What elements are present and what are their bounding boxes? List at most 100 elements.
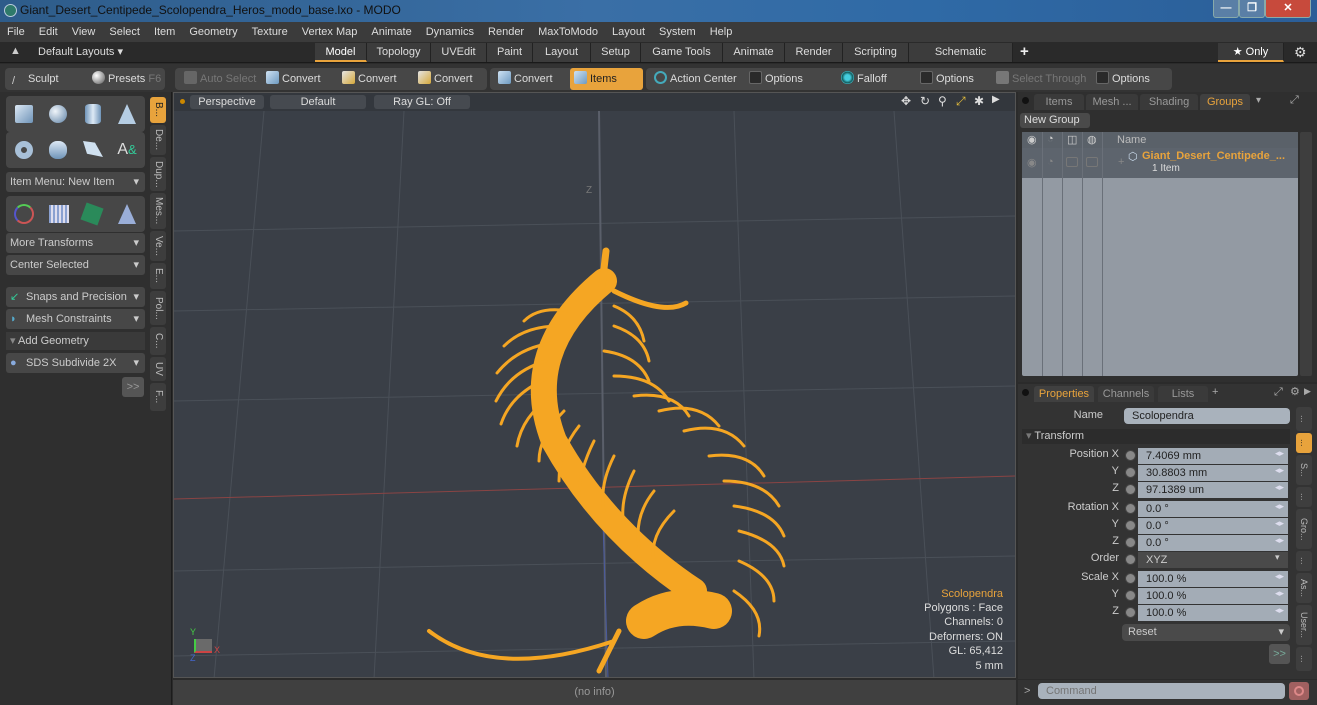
action-center-options-button[interactable]: Options (745, 68, 803, 90)
text-tool-icon[interactable]: A& (112, 136, 142, 164)
torus-icon[interactable] (10, 136, 40, 164)
menu-edit[interactable]: Edit (32, 22, 65, 42)
keyframe-toggle[interactable] (1125, 484, 1136, 495)
pan-icon[interactable]: ✥ (901, 94, 911, 108)
only-toggle[interactable]: ★ Only (1218, 43, 1284, 62)
select-through-options-button[interactable]: Options (1092, 68, 1150, 90)
lock-icon[interactable]: ◫ (1067, 133, 1077, 146)
property-value-field[interactable]: 0.0 ° (1138, 501, 1288, 517)
tab-animate[interactable]: Animate (723, 43, 785, 62)
menu-maxtomodo[interactable]: MaxToModo (531, 22, 605, 42)
falloff-options-button[interactable]: Options (916, 68, 974, 90)
vtab-mesh-edit[interactable]: Mes... (150, 193, 166, 229)
cube-icon[interactable] (10, 100, 40, 128)
tab-lists[interactable]: Lists (1158, 386, 1208, 402)
pen-tool-icon[interactable] (78, 136, 108, 164)
drag-arrows-icon[interactable]: ◂▸ (1275, 448, 1284, 459)
keyframe-toggle[interactable] (1125, 607, 1136, 618)
panel-more-icon[interactable]: ▶ (1304, 386, 1311, 397)
side-tab-9[interactable]: ... (1296, 647, 1312, 671)
shading-dropdown[interactable]: Default (270, 95, 366, 109)
center-selected-dropdown[interactable]: Center Selected (6, 255, 145, 275)
keyframe-toggle[interactable] (1125, 537, 1136, 548)
tab-menu-icon[interactable]: ▾ (1256, 95, 1261, 106)
property-value-field[interactable]: 0.0 ° (1138, 518, 1288, 534)
select-checkbox[interactable] (1086, 157, 1098, 167)
drag-arrows-icon[interactable]: ◂▸ (1275, 588, 1284, 599)
raygl-toggle[interactable]: Ray GL: Off (374, 95, 470, 109)
vtab-vertex[interactable]: Ve... (150, 231, 166, 261)
maximize-panel-icon[interactable]: ⤢ (1290, 94, 1299, 107)
tab-mesh[interactable]: Mesh ... (1086, 94, 1138, 110)
keyframe-toggle[interactable] (1125, 520, 1136, 531)
vtab-fusion[interactable]: F... (150, 383, 166, 411)
auto-select-button[interactable]: Auto Select (180, 68, 256, 90)
property-value-field[interactable]: 100.0 % (1138, 588, 1288, 604)
property-value-field[interactable]: 100.0 % (1138, 571, 1288, 587)
fit-icon[interactable]: ⤢ (956, 94, 966, 109)
vtab-edge[interactable]: E... (150, 263, 166, 289)
drag-arrows-icon[interactable]: ◂▸ (1275, 518, 1284, 529)
record-button[interactable] (1289, 682, 1309, 700)
menu-help[interactable]: Help (703, 22, 740, 42)
new-group-button[interactable]: New Group (1020, 113, 1090, 128)
menu-select[interactable]: Select (102, 22, 147, 42)
menu-layout[interactable]: Layout (605, 22, 652, 42)
property-value-field[interactable]: 7.4069 mm (1138, 448, 1288, 464)
sphere-icon[interactable] (44, 100, 74, 128)
lock-checkbox[interactable] (1066, 157, 1078, 167)
eye-icon[interactable]: ◉ (1027, 156, 1037, 169)
keyframe-toggle[interactable] (1125, 590, 1136, 601)
vtab-deform[interactable]: De... (150, 125, 166, 155)
perspective-dropdown[interactable]: Perspective (190, 95, 264, 109)
gear-icon[interactable]: ⚙ (1294, 44, 1307, 61)
chevron-down-icon[interactable]: ▾ (1275, 552, 1280, 563)
keyframe-toggle[interactable] (1125, 450, 1136, 461)
tab-render[interactable]: Render (785, 43, 843, 62)
tab-game-tools[interactable]: Game Tools (641, 43, 723, 62)
select-through-button[interactable]: Select Through (992, 68, 1086, 90)
3d-viewport[interactable]: Z Perspective Default Ray GL: Off ✥ ↻ ⚲ … (173, 92, 1016, 678)
convert-polygons-button[interactable]: Convert (414, 68, 473, 90)
menu-system[interactable]: System (652, 22, 703, 42)
keyframe-toggle[interactable] (1125, 467, 1136, 478)
rotate-icon[interactable]: ↻ (920, 94, 930, 108)
drag-arrows-icon[interactable]: ◂▸ (1275, 482, 1284, 493)
action-center-button[interactable]: Action Center (650, 68, 737, 90)
tab-schematic-fusion[interactable]: Schematic Fusion (909, 43, 1013, 77)
grid-plane-icon[interactable] (44, 200, 74, 228)
select-icon[interactable]: ◍ (1087, 133, 1097, 146)
drag-arrows-icon[interactable]: ◂▸ (1275, 571, 1284, 582)
name-field[interactable]: Scolopendra (1124, 408, 1290, 424)
tab-properties[interactable]: Properties (1034, 386, 1094, 402)
pyramid-grid-icon[interactable] (112, 200, 142, 228)
side-tab-4[interactable]: ... (1296, 487, 1312, 507)
add-tab-button[interactable]: + (1020, 43, 1029, 60)
side-tab-1[interactable]: ... (1296, 407, 1312, 431)
property-value-field[interactable]: 0.0 ° (1138, 535, 1288, 551)
zoom-icon[interactable]: ⚲ (938, 94, 947, 108)
add-tab-icon[interactable]: + (1212, 386, 1218, 398)
menu-view[interactable]: View (65, 22, 103, 42)
list-scrollbar[interactable] (1300, 132, 1312, 376)
menu-geometry[interactable]: Geometry (182, 22, 244, 42)
menu-animate[interactable]: Animate (364, 22, 418, 42)
vtab-basic[interactable]: B... (150, 97, 166, 123)
menu-item[interactable]: Item (147, 22, 182, 42)
tab-channels[interactable]: Channels (1098, 386, 1154, 402)
panel-settings-icon[interactable]: ⚙ (1290, 385, 1300, 398)
tab-items[interactable]: Items (1034, 94, 1084, 110)
keyframe-toggle[interactable] (1125, 554, 1136, 565)
menu-render[interactable]: Render (481, 22, 531, 42)
item-menu-dropdown[interactable]: Item Menu: New Item (6, 172, 145, 192)
expand-icon[interactable]: + (1118, 156, 1124, 168)
menu-texture[interactable]: Texture (245, 22, 295, 42)
more-transforms-dropdown[interactable]: More Transforms (6, 233, 145, 253)
close-button[interactable]: ✕ (1265, 0, 1311, 18)
tab-setup[interactable]: Setup (591, 43, 641, 62)
add-geometry-section[interactable]: ▾ Add Geometry (6, 332, 145, 350)
transform-section[interactable]: ▾ Transform (1022, 429, 1290, 444)
tab-model[interactable]: Model (315, 43, 367, 62)
side-tab-2[interactable]: ... (1296, 433, 1312, 453)
vtab-duplicate[interactable]: Dup... (150, 157, 166, 191)
